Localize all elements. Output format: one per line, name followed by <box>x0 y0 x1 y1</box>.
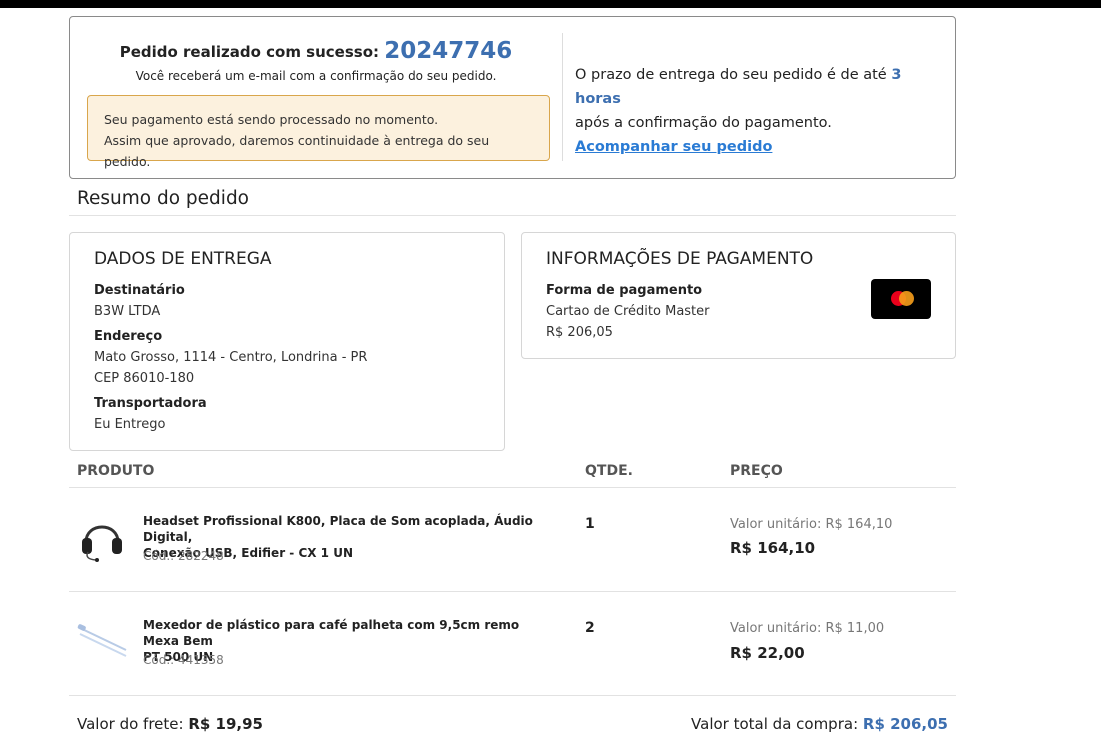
recipient-value: B3W LTDA <box>94 304 161 319</box>
header-product: PRODUTO <box>77 463 155 479</box>
track-order-link[interactable]: Acompanhar seu pedido <box>575 139 772 155</box>
recipient-label: Destinatário <box>94 283 185 298</box>
carrier-value: Eu Entrego <box>94 417 166 432</box>
payment-processing-alert: Seu pagamento está sendo processado no m… <box>87 95 550 169</box>
mastercard-icon <box>871 279 931 319</box>
payment-amount: R$ 206,05 <box>546 325 613 340</box>
payment-heading: INFORMAÇÕES DE PAGAMENTO <box>546 249 814 269</box>
carrier-label: Transportadora <box>94 396 207 411</box>
payment-card: INFORMAÇÕES DE PAGAMENTO Forma de pagame… <box>521 232 956 359</box>
product-qty: 2 <box>585 620 595 636</box>
payment-method-value: Cartao de Crédito Master <box>546 304 710 319</box>
alert-line-2: Assim que aprovado, daremos continuidade… <box>104 133 490 169</box>
delivery-card: DADOS DE ENTREGA Destinatário B3W LTDA E… <box>69 232 505 451</box>
address-line-2: CEP 86010-180 <box>94 371 195 386</box>
freight-value: R$ 19,95 <box>188 715 263 733</box>
alert-line-1: Seu pagamento está sendo processado no m… <box>104 112 439 127</box>
row-divider <box>69 695 956 696</box>
address-label: Endereço <box>94 329 163 344</box>
delivery-time-info: O prazo de entrega do seu pedido é de at… <box>575 63 950 159</box>
delivery-time-line: O prazo de entrega do seu pedido é de at… <box>575 63 950 111</box>
row-divider <box>69 591 956 592</box>
vertical-divider <box>562 33 563 161</box>
delivery-heading: DADOS DE ENTREGA <box>94 249 272 269</box>
headset-icon <box>82 525 122 562</box>
product-total: R$ 164,10 <box>730 539 816 557</box>
freight-label: Valor do frete: <box>77 715 184 733</box>
total-label: Valor total da compra: <box>691 715 859 733</box>
order-total-summary: Valor total da compra: R$ 206,05 <box>691 715 948 733</box>
product-code: Cód.: 282248 <box>143 549 224 563</box>
mastercard-yellow-circle <box>899 291 914 306</box>
product-unit-price: Valor unitário: R$ 164,10 <box>730 517 893 532</box>
product-name-line-1: Headset Profissional K800, Placa de Som … <box>143 514 533 544</box>
product-qty: 1 <box>585 516 595 532</box>
address-line-1: Mato Grosso, 1114 - Centro, Londrina - P… <box>94 350 368 365</box>
stirrer-icon <box>77 624 127 657</box>
product-unit-price: Valor unitário: R$ 11,00 <box>730 621 885 636</box>
header-qty: QTDE. <box>585 463 633 479</box>
total-value: R$ 206,05 <box>862 715 948 733</box>
summary-title: Resumo do pedido <box>77 188 250 209</box>
order-confirmation-panel: Pedido realizado com sucesso: 20247746 V… <box>69 16 956 179</box>
delivery-text-after: após a confirmação do pagamento. <box>575 115 832 131</box>
top-bar <box>0 0 1101 8</box>
delivery-text-before: O prazo de entrega do seu pedido é de at… <box>575 67 887 83</box>
summary-divider <box>69 215 956 216</box>
product-total: R$ 22,00 <box>730 644 805 662</box>
product-name-line-1: Mexedor de plástico para café palheta co… <box>143 618 520 648</box>
payment-method-label: Forma de pagamento <box>546 283 703 298</box>
confirmation-left: Pedido realizado com sucesso: 20247746 V… <box>70 17 562 178</box>
product-code: Cód.: 441358 <box>143 653 224 667</box>
header-price: PREÇO <box>730 463 783 479</box>
confirmation-title-text: Pedido realizado com sucesso: <box>119 43 380 61</box>
email-note: Você receberá um e-mail com a confirmaçã… <box>135 69 497 83</box>
table-header-divider <box>69 487 956 488</box>
order-number: 20247746 <box>384 38 513 64</box>
freight-summary: Valor do frete: R$ 19,95 <box>77 715 263 733</box>
confirmation-title: Pedido realizado com sucesso: 20247746 <box>70 38 562 64</box>
